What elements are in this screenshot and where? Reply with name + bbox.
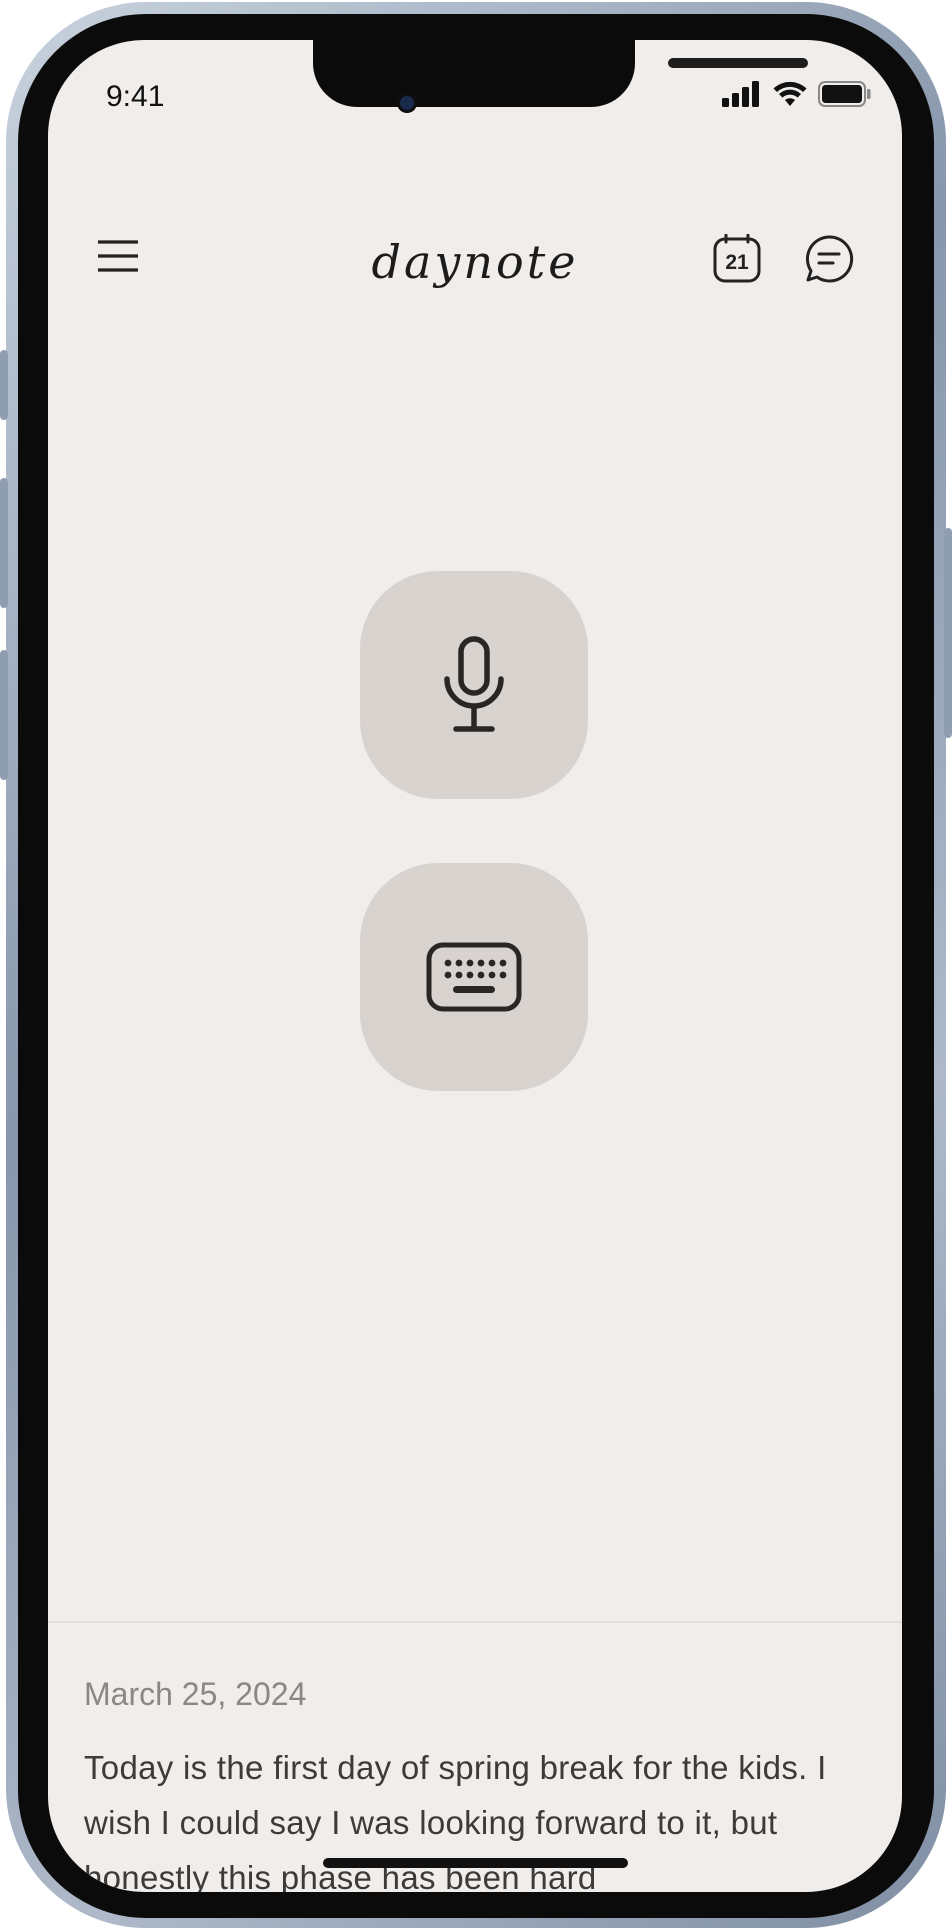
app-logo: daynote [371, 235, 579, 289]
volume-up-button [0, 478, 8, 608]
entry-date: March 25, 2024 [84, 1676, 307, 1712]
home-indicator[interactable] [323, 1858, 628, 1868]
keyboard-icon [426, 942, 522, 1012]
wifi-icon [773, 81, 807, 106]
status-time: 9:41 [106, 80, 165, 113]
calendar-button[interactable]: 21 [712, 233, 762, 284]
screen: 9:41 daynote 21 March 25, 2024 Today is … [48, 40, 902, 1892]
power-button [944, 528, 952, 738]
battery-icon [818, 81, 871, 107]
record-voice-button[interactable] [360, 571, 588, 799]
calendar-icon: 21 [713, 233, 761, 283]
speaker-grille [668, 58, 808, 68]
calendar-day-number: 21 [725, 251, 749, 274]
notch [313, 40, 808, 107]
status-icons [722, 80, 872, 108]
front-camera [400, 96, 414, 110]
cellular-signal-icon [722, 81, 759, 107]
chat-bubble-icon [805, 235, 854, 283]
volume-down-button [0, 650, 8, 780]
entry-preview-text[interactable]: Today is the first day of spring break f… [84, 1740, 884, 1892]
mute-switch [0, 350, 8, 420]
chat-button[interactable] [804, 234, 854, 284]
app-header: daynote 21 [48, 190, 902, 289]
microphone-icon [444, 636, 504, 732]
type-entry-button[interactable] [360, 863, 588, 1091]
section-divider [48, 1621, 902, 1623]
